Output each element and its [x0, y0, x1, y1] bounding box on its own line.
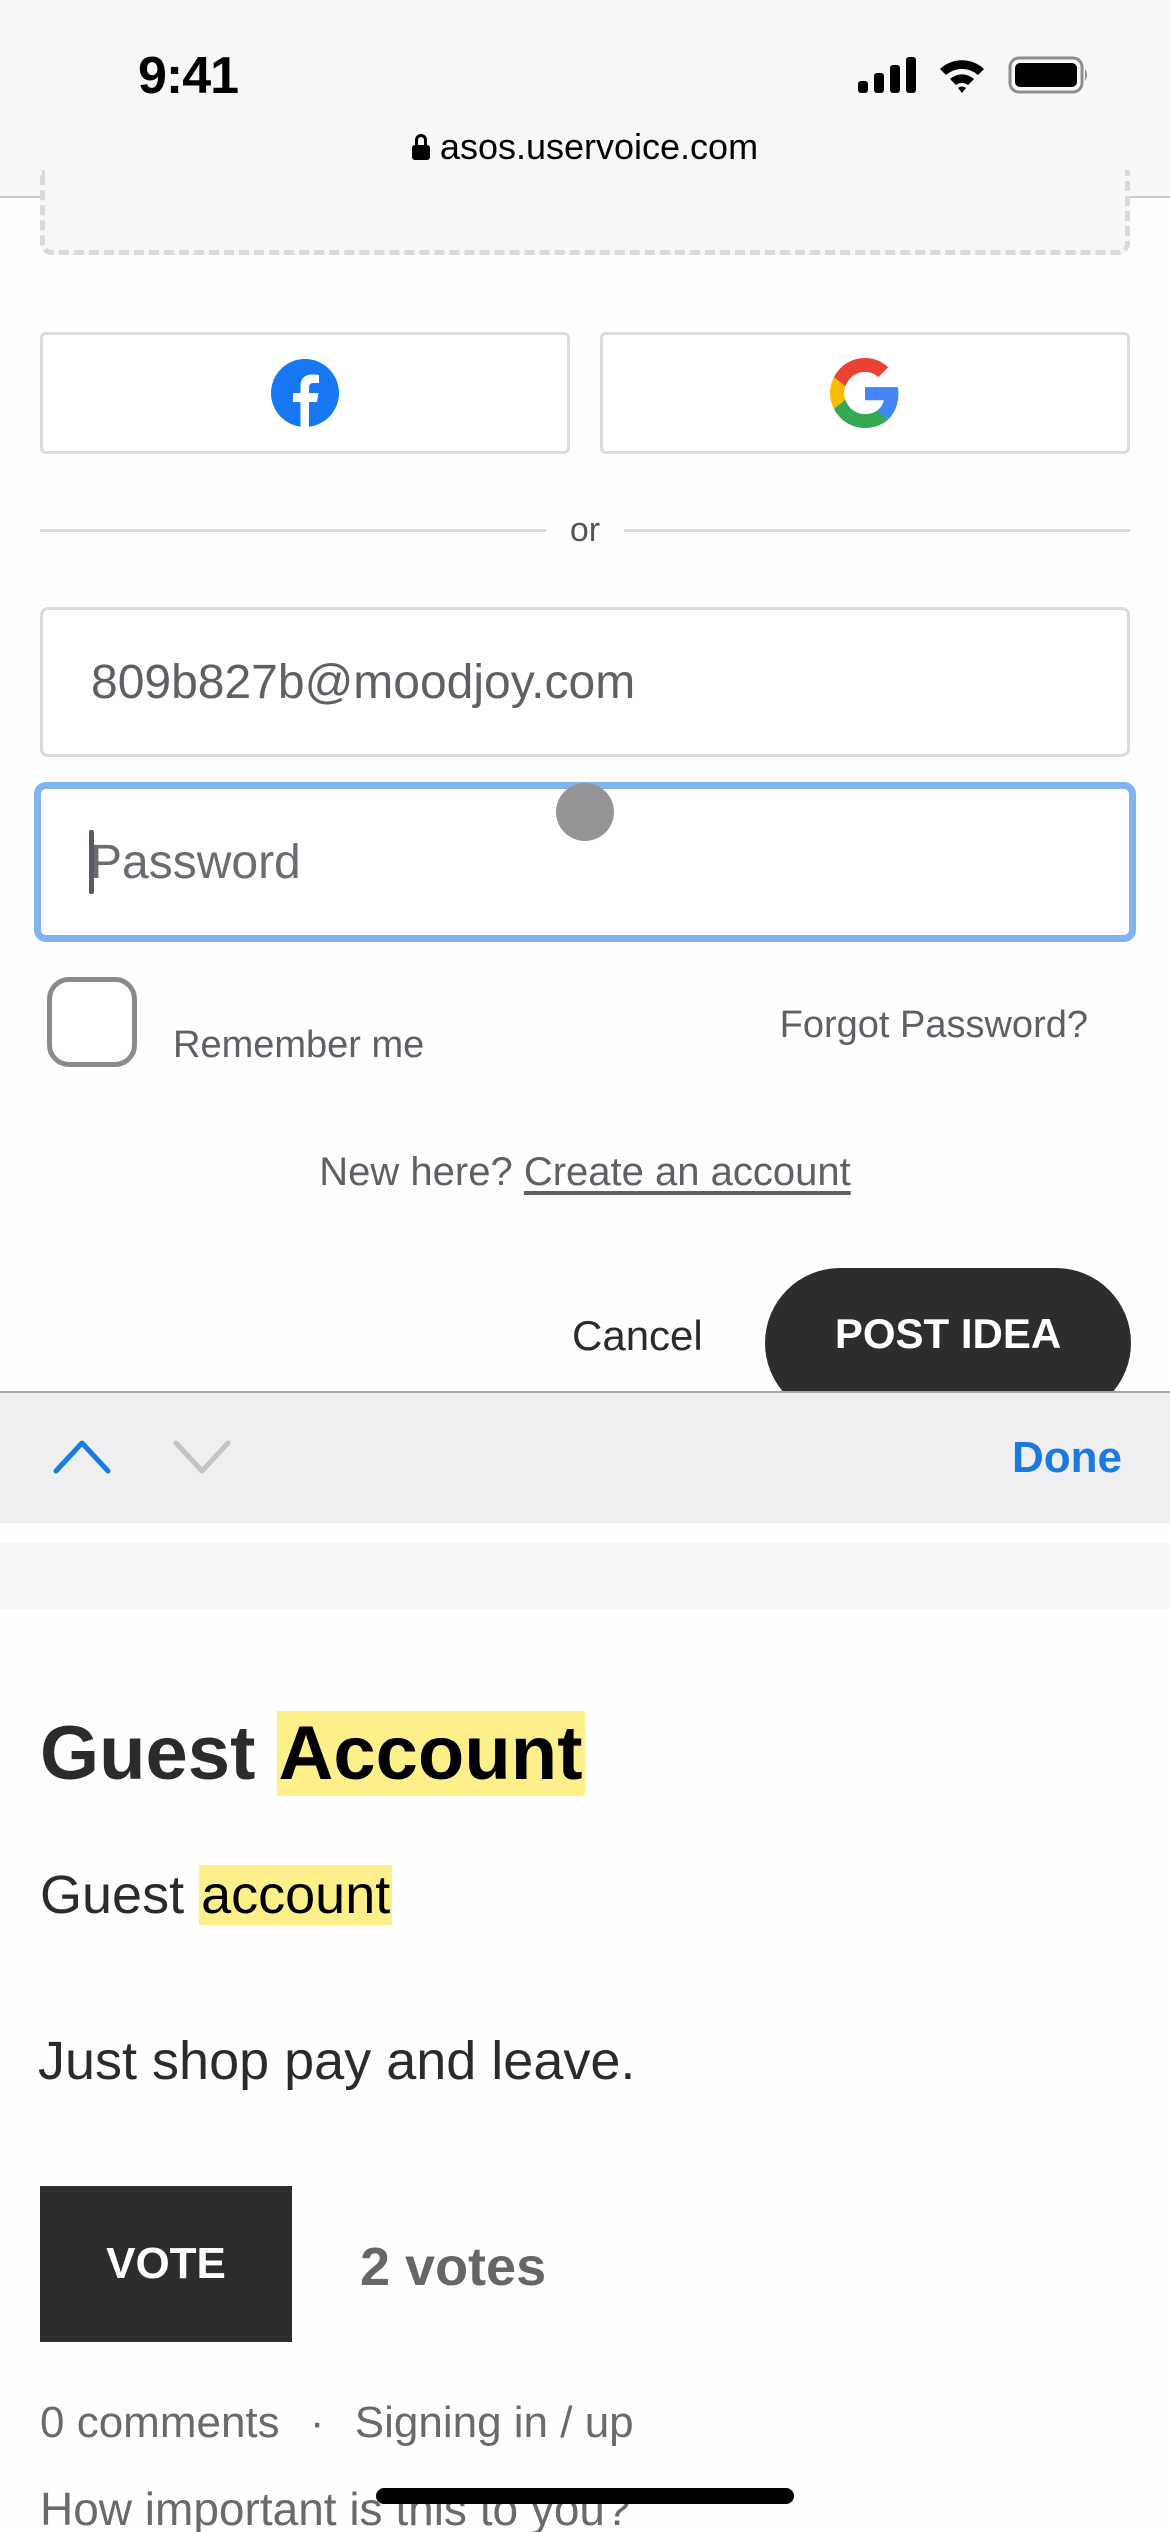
touch-indicator — [556, 783, 614, 841]
or-label: or — [569, 510, 601, 549]
email-field[interactable]: 809b827b@moodjoy.com — [40, 607, 1130, 757]
section-separator — [0, 1543, 1170, 1609]
meta-separator: · — [309, 2398, 325, 2447]
home-indicator[interactable] — [376, 2488, 794, 2504]
forgot-password-link[interactable]: Forgot Password? — [780, 1004, 1088, 1047]
title-highlight: Account — [276, 1711, 585, 1796]
category-link[interactable]: Signing in / up — [355, 2398, 634, 2447]
create-account-link[interactable]: Create an account — [524, 1150, 851, 1194]
facebook-icon — [271, 359, 339, 428]
vote-button[interactable]: VOTE — [40, 2186, 292, 2342]
done-button[interactable]: Done — [1012, 1433, 1122, 1483]
google-login-button[interactable] — [600, 332, 1130, 454]
remember-me-checkbox[interactable] — [47, 977, 137, 1067]
divider-line — [40, 528, 546, 532]
google-icon — [830, 358, 899, 428]
url-text: asos.uservoice.com — [439, 126, 759, 167]
cellular-signal-icon — [858, 57, 916, 93]
status-icons — [858, 56, 1090, 94]
keyboard-accessory-bar: Done — [0, 1391, 1170, 1523]
comments-link[interactable]: 0 comments — [40, 2398, 280, 2447]
vote-count: 2 votes — [360, 2237, 547, 2297]
lock-icon — [411, 134, 430, 160]
subtitle-highlight: account — [199, 1865, 393, 1925]
signup-prompt: New here? Create an account — [0, 1150, 1170, 1195]
wifi-icon — [940, 60, 984, 93]
subtitle-prefix: Guest — [40, 1865, 185, 1925]
idea-subtitle: Guest account — [40, 1864, 393, 1926]
chevron-up-icon[interactable] — [52, 1437, 112, 1477]
browser-top-bar: 9:41 asos.uservoice.com — [0, 0, 1170, 198]
status-time: 9:41 — [138, 47, 239, 105]
idea-title: Guest Account — [40, 1710, 585, 1797]
url-bar[interactable]: asos.uservoice.com — [0, 126, 1170, 168]
cancel-button[interactable]: Cancel — [572, 1312, 703, 1360]
password-placeholder: Password — [90, 835, 301, 889]
title-prefix: Guest — [40, 1711, 256, 1796]
idea-description: Just shop pay and leave. — [38, 2031, 636, 2091]
chevron-down-icon[interactable] — [172, 1437, 232, 1477]
facebook-login-button[interactable] — [40, 332, 570, 454]
or-divider: or — [40, 505, 1131, 555]
remember-me-label[interactable]: Remember me — [173, 1024, 424, 1067]
battery-icon — [1008, 56, 1087, 94]
email-value: 809b827b@moodjoy.com — [91, 655, 636, 709]
idea-meta: 0 comments · Signing in / up — [40, 2398, 634, 2448]
attachment-dropzone[interactable] — [40, 170, 1130, 255]
divider-line — [624, 528, 1131, 532]
new-here-text: New here? — [319, 1150, 513, 1194]
